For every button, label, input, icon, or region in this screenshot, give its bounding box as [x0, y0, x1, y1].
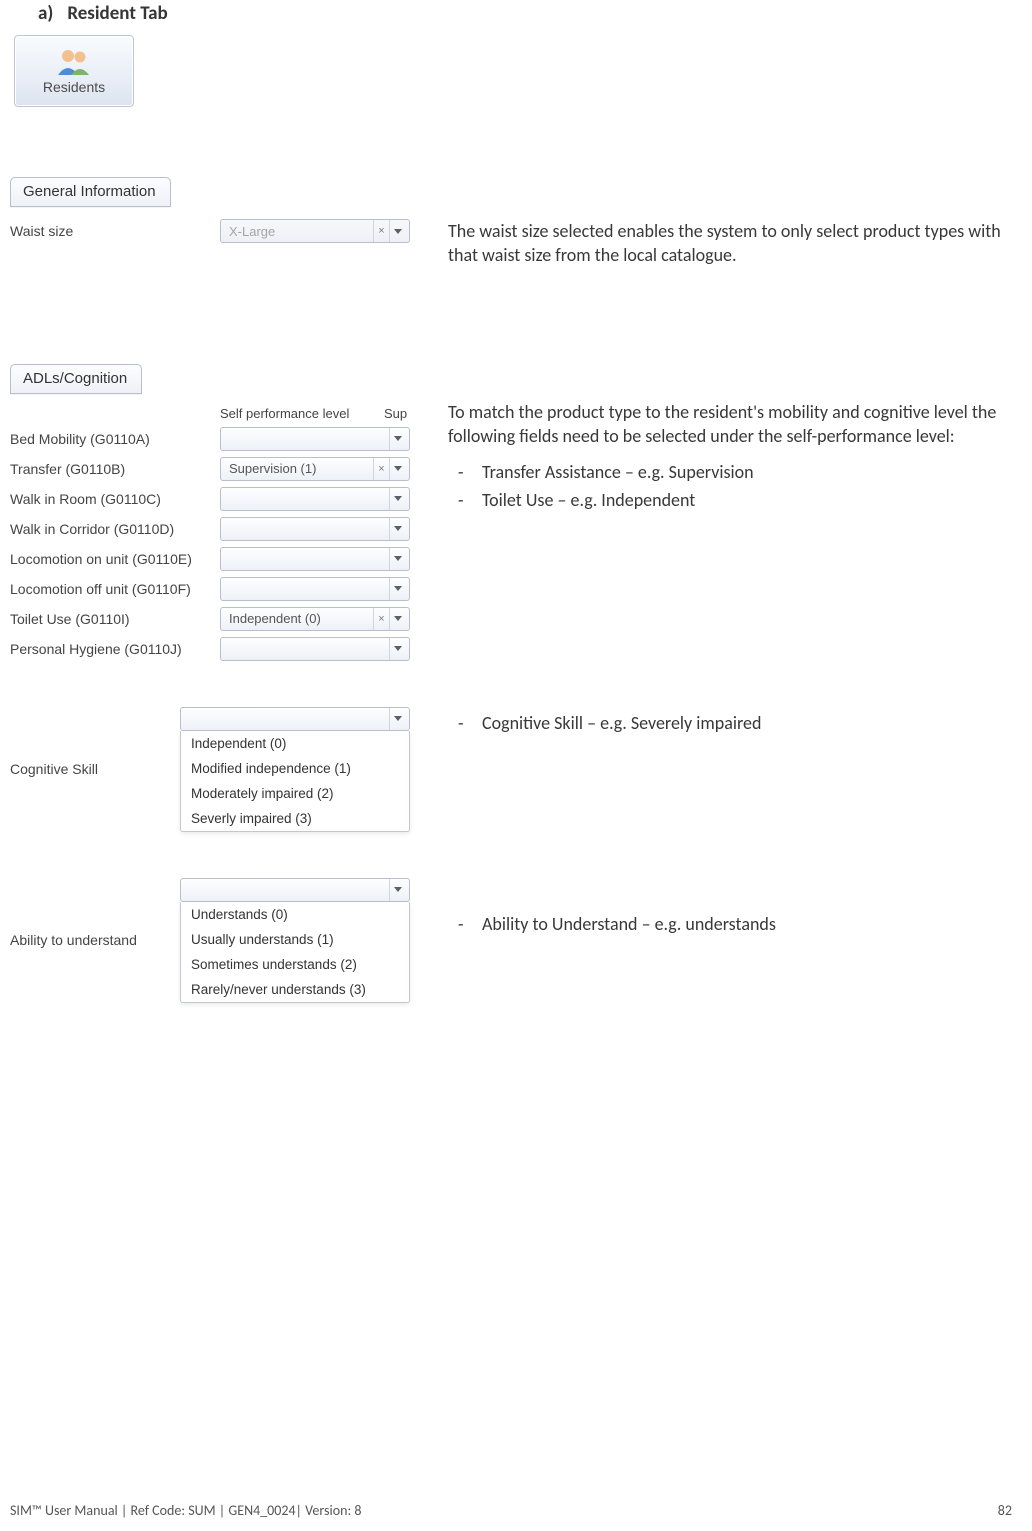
cognitive-skill-label: Cognitive Skill: [10, 761, 180, 777]
heading-title: Resident Tab: [67, 2, 167, 25]
list-option[interactable]: Usually understands (1): [181, 927, 409, 952]
adls-intro: To match the product type to the residen…: [448, 400, 1012, 449]
list-option[interactable]: Modified independence (1): [181, 756, 409, 781]
chevron-down-icon[interactable]: [389, 879, 405, 901]
cognitive-bullet: Cognitive Skill – e.g. Severely impaired: [482, 711, 1012, 735]
residents-button-label: Residents: [43, 79, 105, 95]
waist-size-label: Waist size: [10, 223, 220, 239]
header-self-performance: Self performance level: [220, 406, 380, 421]
chevron-down-icon[interactable]: [389, 708, 405, 730]
chevron-down-icon[interactable]: [389, 488, 405, 510]
clear-icon[interactable]: ×: [373, 220, 389, 242]
ability-understand-label: Ability to understand: [10, 932, 180, 948]
footer-page-number: 82: [998, 1502, 1012, 1519]
adl-field-dropdown[interactable]: Independent (0)×: [220, 607, 410, 631]
chevron-down-icon[interactable]: [389, 220, 405, 242]
cognitive-skill-dropdown[interactable]: [180, 707, 410, 731]
adl-field-label: Personal Hygiene (G0110J): [10, 641, 220, 657]
cognitive-skill-listbox[interactable]: Independent (0)Modified independence (1)…: [180, 731, 410, 832]
ability-understand-dropdown[interactable]: [180, 878, 410, 902]
residents-button[interactable]: Residents: [14, 35, 134, 107]
understand-bullet: Ability to Understand – e.g. understands: [482, 912, 1012, 936]
adl-field-label: Locomotion on unit (G0110E): [10, 551, 220, 567]
footer-left: SIM™ User Manual | Ref Code: SUM | GEN4_…: [10, 1502, 361, 1519]
residents-icon: [56, 47, 92, 77]
chevron-down-icon[interactable]: [389, 608, 405, 630]
adl-bullet: Transfer Assistance – e.g. Supervision: [482, 460, 1012, 484]
adl-field-dropdown[interactable]: Supervision (1)×: [220, 457, 410, 481]
adl-field-value: Independent (0): [229, 611, 373, 626]
adl-field-label: Transfer (G0110B): [10, 461, 220, 477]
adl-field-dropdown[interactable]: [220, 577, 410, 601]
adl-field-row: Locomotion off unit (G0110F): [10, 577, 410, 601]
chevron-down-icon[interactable]: [389, 638, 405, 660]
tab-general-information[interactable]: General Information: [10, 177, 171, 207]
adl-field-row: Walk in Room (G0110C): [10, 487, 410, 511]
adl-field-row: Bed Mobility (G0110A): [10, 427, 410, 451]
chevron-down-icon[interactable]: [389, 518, 405, 540]
adl-field-label: Walk in Room (G0110C): [10, 491, 220, 507]
adl-field-row: Toilet Use (G0110I)Independent (0)×: [10, 607, 410, 631]
list-option[interactable]: Rarely/never understands (3): [181, 977, 409, 1002]
ability-understand-listbox[interactable]: Understands (0)Usually understands (1)So…: [180, 902, 410, 1003]
adl-bullet: Toilet Use – e.g. Independent: [482, 488, 1012, 512]
adl-field-label: Locomotion off unit (G0110F): [10, 581, 220, 597]
adl-field-dropdown[interactable]: [220, 637, 410, 661]
adl-field-row: Walk in Corridor (G0110D): [10, 517, 410, 541]
list-option[interactable]: Sometimes understands (2): [181, 952, 409, 977]
adl-field-dropdown[interactable]: [220, 547, 410, 571]
adl-field-dropdown[interactable]: [220, 517, 410, 541]
adl-field-label: Toilet Use (G0110I): [10, 611, 220, 627]
waist-description: The waist size selected enables the syst…: [448, 219, 1012, 268]
adl-field-dropdown[interactable]: [220, 487, 410, 511]
page-footer: SIM™ User Manual | Ref Code: SUM | GEN4_…: [10, 1502, 1012, 1519]
waist-size-dropdown[interactable]: X-Large ×: [220, 219, 410, 243]
chevron-down-icon[interactable]: [389, 578, 405, 600]
waist-size-value: X-Large: [229, 224, 373, 239]
list-option[interactable]: Moderately impaired (2): [181, 781, 409, 806]
adl-field-row: Locomotion on unit (G0110E): [10, 547, 410, 571]
adl-field-label: Bed Mobility (G0110A): [10, 431, 220, 447]
list-option[interactable]: Independent (0): [181, 731, 409, 756]
chevron-down-icon[interactable]: [389, 428, 405, 450]
heading-marker: a): [38, 2, 53, 25]
list-option[interactable]: Understands (0): [181, 902, 409, 927]
clear-icon[interactable]: ×: [373, 458, 389, 480]
header-support: Sup: [380, 406, 407, 421]
adl-field-row: Transfer (G0110B)Supervision (1)×: [10, 457, 410, 481]
list-option[interactable]: Severly impaired (3): [181, 806, 409, 831]
chevron-down-icon[interactable]: [389, 458, 405, 480]
tab-adls-cognition[interactable]: ADLs/Cognition: [10, 364, 142, 394]
adl-field-dropdown[interactable]: [220, 427, 410, 451]
section-heading: a) Resident Tab: [38, 2, 1012, 25]
adl-field-row: Personal Hygiene (G0110J): [10, 637, 410, 661]
adl-field-label: Walk in Corridor (G0110D): [10, 521, 220, 537]
chevron-down-icon[interactable]: [389, 548, 405, 570]
clear-icon[interactable]: ×: [373, 608, 389, 630]
adl-field-value: Supervision (1): [229, 461, 373, 476]
